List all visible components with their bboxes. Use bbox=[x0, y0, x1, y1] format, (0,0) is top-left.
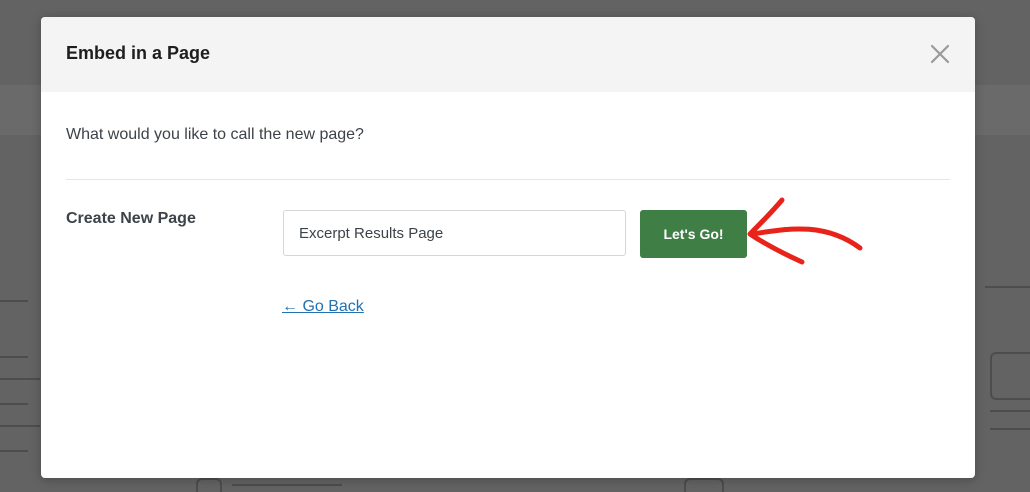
background-line bbox=[990, 410, 1030, 412]
create-new-page-label: Create New Page bbox=[66, 210, 196, 227]
embed-modal: Embed in a Page What would you like to c… bbox=[41, 17, 975, 478]
background-line bbox=[0, 450, 28, 452]
background-box bbox=[684, 478, 724, 492]
close-icon bbox=[930, 44, 950, 64]
background-line bbox=[0, 378, 40, 380]
background-box bbox=[196, 478, 222, 492]
background-line bbox=[232, 484, 342, 486]
modal-title: Embed in a Page bbox=[66, 43, 211, 63]
background-line bbox=[0, 403, 28, 405]
divider bbox=[66, 179, 950, 180]
page-name-input[interactable] bbox=[283, 210, 626, 256]
modal-header: Embed in a Page bbox=[41, 17, 975, 92]
background-line bbox=[990, 428, 1030, 430]
background-line bbox=[0, 425, 40, 427]
background-line bbox=[0, 300, 28, 302]
background-box bbox=[990, 352, 1030, 400]
background-line bbox=[0, 356, 28, 358]
close-button[interactable] bbox=[927, 41, 953, 67]
question-text: What would you like to call the new page… bbox=[66, 126, 364, 143]
lets-go-button[interactable]: Let's Go! bbox=[640, 210, 747, 258]
background-line bbox=[985, 286, 1030, 288]
go-back-link[interactable]: ← Go Back bbox=[282, 298, 364, 316]
